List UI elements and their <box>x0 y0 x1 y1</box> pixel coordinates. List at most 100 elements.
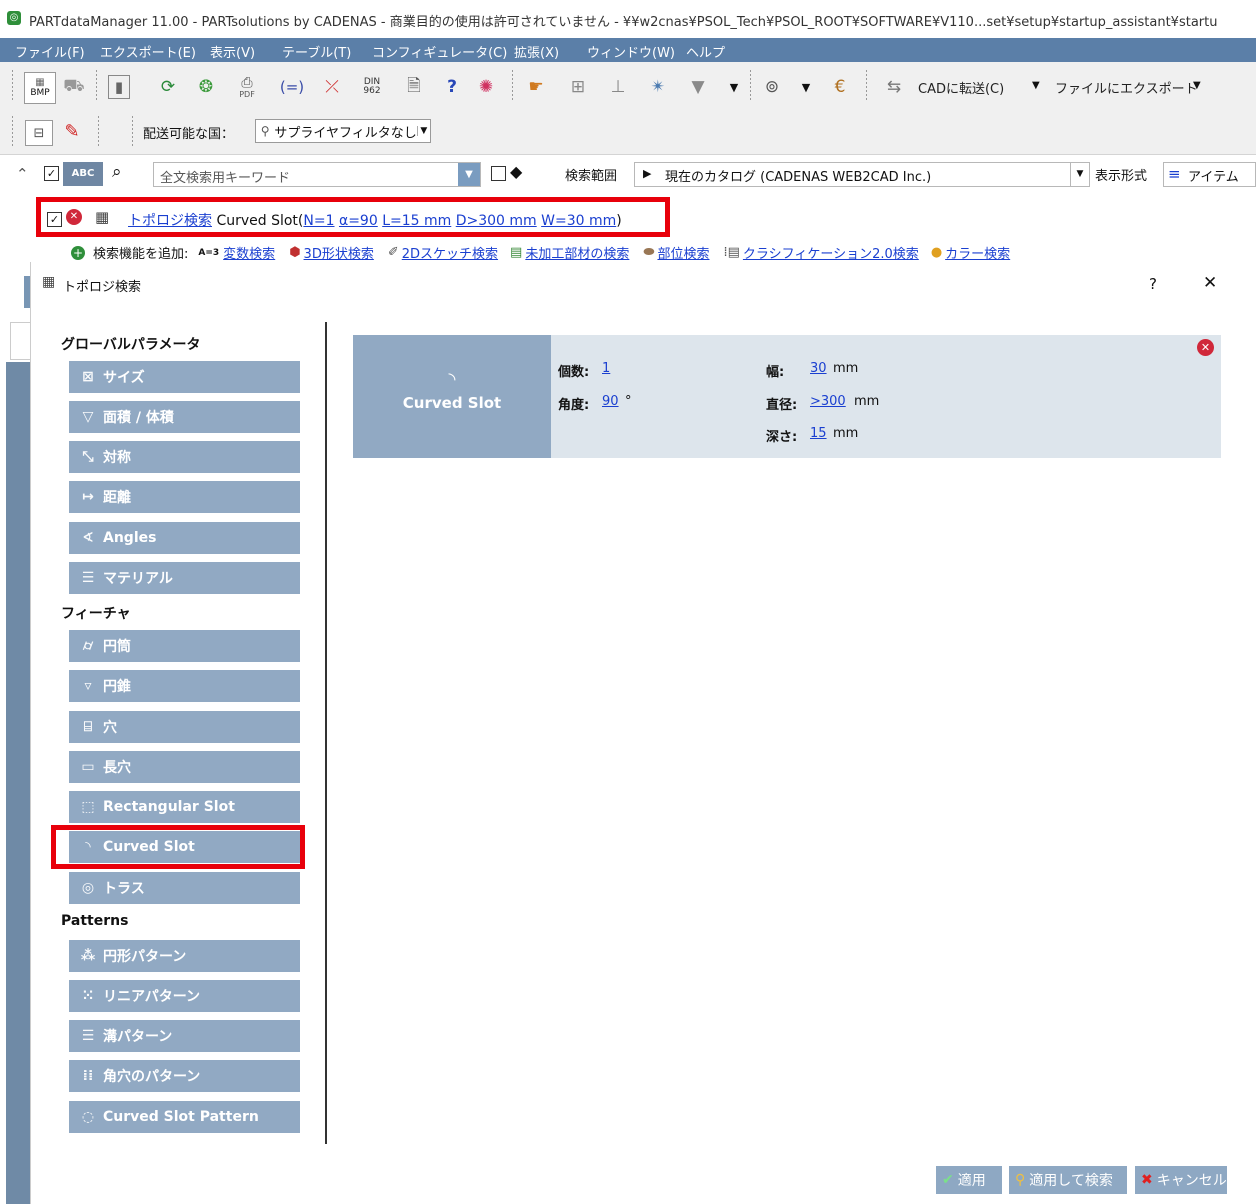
param-n-link[interactable]: N=1 <box>303 213 334 229</box>
euro-search-icon[interactable]: € <box>828 75 852 99</box>
menu-help[interactable]: ヘルプ <box>686 42 725 61</box>
pdf-export-button[interactable]: ⎙ PDF <box>232 72 262 102</box>
dialog-help-button[interactable]: ? <box>1149 275 1157 293</box>
color-search-link[interactable]: カラー検索 <box>945 243 1010 262</box>
menu-export[interactable]: エクスポート(E) <box>100 42 196 61</box>
nav-curved-slot-pattern[interactable]: ◌ Curved Slot Pattern <box>69 1101 300 1133</box>
nav-symmetry[interactable]: ⤡ 対称 <box>69 441 300 473</box>
cad-send-button[interactable]: CADに転送(C) <box>918 78 1004 97</box>
search-checkbox[interactable]: ✓ <box>44 166 59 181</box>
magic-wand-icon[interactable]: ✴ <box>646 75 670 99</box>
nav-circular-pattern[interactable]: ⁂ 円形パターン <box>69 940 300 972</box>
depth-value-link[interactable]: 15 <box>810 426 827 441</box>
param-angle-link[interactable]: α=90 <box>339 213 378 229</box>
filter-active-checkbox[interactable]: ✓ <box>47 212 62 227</box>
topology-icon: ▦ <box>42 274 56 290</box>
nav-rectangular-slot[interactable]: ⬚ Rectangular Slot <box>69 791 300 823</box>
hand-pointer-icon[interactable]: ☛ <box>524 75 548 99</box>
cad-send-icon[interactable]: ⇆ <box>882 75 906 99</box>
funnel-icon[interactable]: ▼ <box>686 75 710 99</box>
catalog-checkbox[interactable] <box>491 166 506 181</box>
part-search-link[interactable]: 部位検索 <box>657 243 709 262</box>
tree-icon[interactable]: ⊥ <box>606 75 630 99</box>
view-format-select[interactable]: ≡ アイテム <box>1163 162 1256 187</box>
classification-search-link[interactable]: クラシフィケーション2.0検索 <box>743 243 919 262</box>
supplier-filter-select[interactable]: ⚲ サプライヤフィルタなし ▼ <box>255 119 431 143</box>
menu-file[interactable]: ファイル(F) <box>15 42 85 61</box>
fulltext-search-input[interactable]: 全文検索用キーワード ▼ <box>153 162 481 187</box>
width-value-link[interactable]: 30 <box>810 361 827 376</box>
abc-toggle[interactable]: ABC <box>63 162 103 186</box>
virus-icon[interactable]: ✺ <box>474 75 498 99</box>
refresh-parts-icon[interactable]: ❂ <box>194 75 218 99</box>
list-icon: ≡ <box>1168 165 1181 183</box>
topology-search-link[interactable]: トポロジ検索 <box>128 213 212 229</box>
chevron-down-icon[interactable]: ▼ <box>722 75 746 99</box>
param-width-link[interactable]: W=30 mm <box>541 213 616 229</box>
document-icon[interactable]: 🗎 <box>402 75 426 99</box>
nav-angles[interactable]: ∢ Angles <box>69 522 300 554</box>
search-scope-select[interactable]: ▶ 現在のカタログ (CADENAS WEB2CAD Inc.) ▼ <box>634 162 1090 187</box>
raw-material-search-link[interactable]: 未加工部材の検索 <box>525 243 629 262</box>
classification-icon: ⁞▤ <box>723 245 740 260</box>
nav-groove-pattern[interactable]: ☰ 溝パターン <box>69 1020 300 1052</box>
search-icon: ⚲ <box>1015 1172 1026 1188</box>
angle-value-link[interactable]: 90 <box>602 394 619 409</box>
file-export-button[interactable]: ファイルにエクスポート <box>1055 78 1198 97</box>
groove-pattern-icon: ☰ <box>81 1028 95 1044</box>
param-length-link[interactable]: L=15 mm <box>382 213 451 229</box>
add-icon: + <box>71 245 85 260</box>
nav-hole[interactable]: ⌸ 穴 <box>69 711 300 743</box>
torus-icon: ◎ <box>81 880 95 896</box>
diameter-value-link[interactable]: >300 <box>810 394 846 409</box>
nav-linear-pattern[interactable]: ⁙ リニアパターン <box>69 980 300 1012</box>
nav-cylinder[interactable]: ⌭ 円筒 <box>69 630 300 662</box>
din-button[interactable]: DIN 962 <box>357 72 387 102</box>
truck-icon[interactable]: ⛟ <box>62 75 86 99</box>
chevron-down-icon[interactable]: ▼ <box>458 163 480 186</box>
count-value-link[interactable]: 1 <box>602 361 610 376</box>
search-placeholder: 全文検索用キーワード <box>160 171 291 186</box>
menu-view[interactable]: 表示(V) <box>210 42 255 61</box>
param-diameter-link[interactable]: D>300 mm <box>456 213 537 229</box>
menu-table[interactable]: テーブル(T) <box>282 42 351 61</box>
menu-configurator[interactable]: コンフィギュレータ(C) <box>372 42 507 61</box>
bearing-icon[interactable]: ⊚ <box>760 75 784 99</box>
layout-icon[interactable]: ⊟ <box>25 120 53 146</box>
nav-area-volume[interactable]: ▽ 面積 / 体積 <box>69 401 300 433</box>
nav-long-hole[interactable]: ▭ 長穴 <box>69 751 300 783</box>
nav-square-hole-pattern[interactable]: ⁞⁞ 角穴のパターン <box>69 1060 300 1092</box>
chart-remove-icon[interactable]: ⤫ <box>320 75 344 99</box>
nav-size[interactable]: ⊠ サイズ <box>69 361 300 393</box>
cancel-button[interactable]: ✖ キャンセル <box>1135 1166 1227 1194</box>
2d-sketch-search-link[interactable]: 2Dスケッチ検索 <box>402 243 498 262</box>
collapse-up-icon[interactable]: ⌃ <box>16 165 29 183</box>
menu-window[interactable]: ウィンドウ(W) <box>587 42 675 61</box>
remove-filter-icon[interactable]: ✕ <box>66 209 82 225</box>
equal-paren-icon[interactable]: (=) <box>280 75 304 99</box>
hierarchy-icon[interactable]: ⊞ <box>566 75 590 99</box>
remove-card-icon[interactable]: ✕ <box>1197 339 1214 356</box>
chevron-down-icon[interactable]: ▼ <box>794 75 818 99</box>
nav-material[interactable]: ☰ マテリアル <box>69 562 300 594</box>
pencil-icon[interactable]: ✎ <box>60 119 84 143</box>
apply-button[interactable]: ✔ 適用 <box>936 1166 1002 1194</box>
nav-cone[interactable]: ▿ 円錐 <box>69 670 300 702</box>
binoculars-icon[interactable]: ⌕ <box>112 162 122 182</box>
chevron-down-icon[interactable]: ▼ <box>1032 80 1040 91</box>
menu-extensions[interactable]: 拡張(X) <box>514 42 559 61</box>
feature-header: フィーチャ <box>61 606 131 622</box>
traffic-light-icon[interactable]: ▮ <box>108 75 130 99</box>
nav-torus[interactable]: ◎ トラス <box>69 872 300 904</box>
dialog-close-button[interactable]: ✕ <box>1203 273 1217 293</box>
apply-search-button[interactable]: ⚲ 適用して検索 <box>1009 1166 1127 1194</box>
nav-distance[interactable]: ↦ 距離 <box>69 481 300 513</box>
help-icon[interactable]: ? <box>440 75 464 99</box>
close-icon: ✖ <box>1141 1172 1153 1188</box>
chevron-down-icon[interactable]: ▼ <box>1193 80 1201 91</box>
nav-area-volume-label: 面積 / 体積 <box>103 410 174 426</box>
variable-search-link[interactable]: 変数検索 <box>223 243 275 262</box>
refresh-3d-icon[interactable]: ⟳ <box>156 75 180 99</box>
bmp-button[interactable]: ▦ BMP <box>24 72 56 104</box>
3d-shape-search-link[interactable]: 3D形状検索 <box>304 243 374 262</box>
